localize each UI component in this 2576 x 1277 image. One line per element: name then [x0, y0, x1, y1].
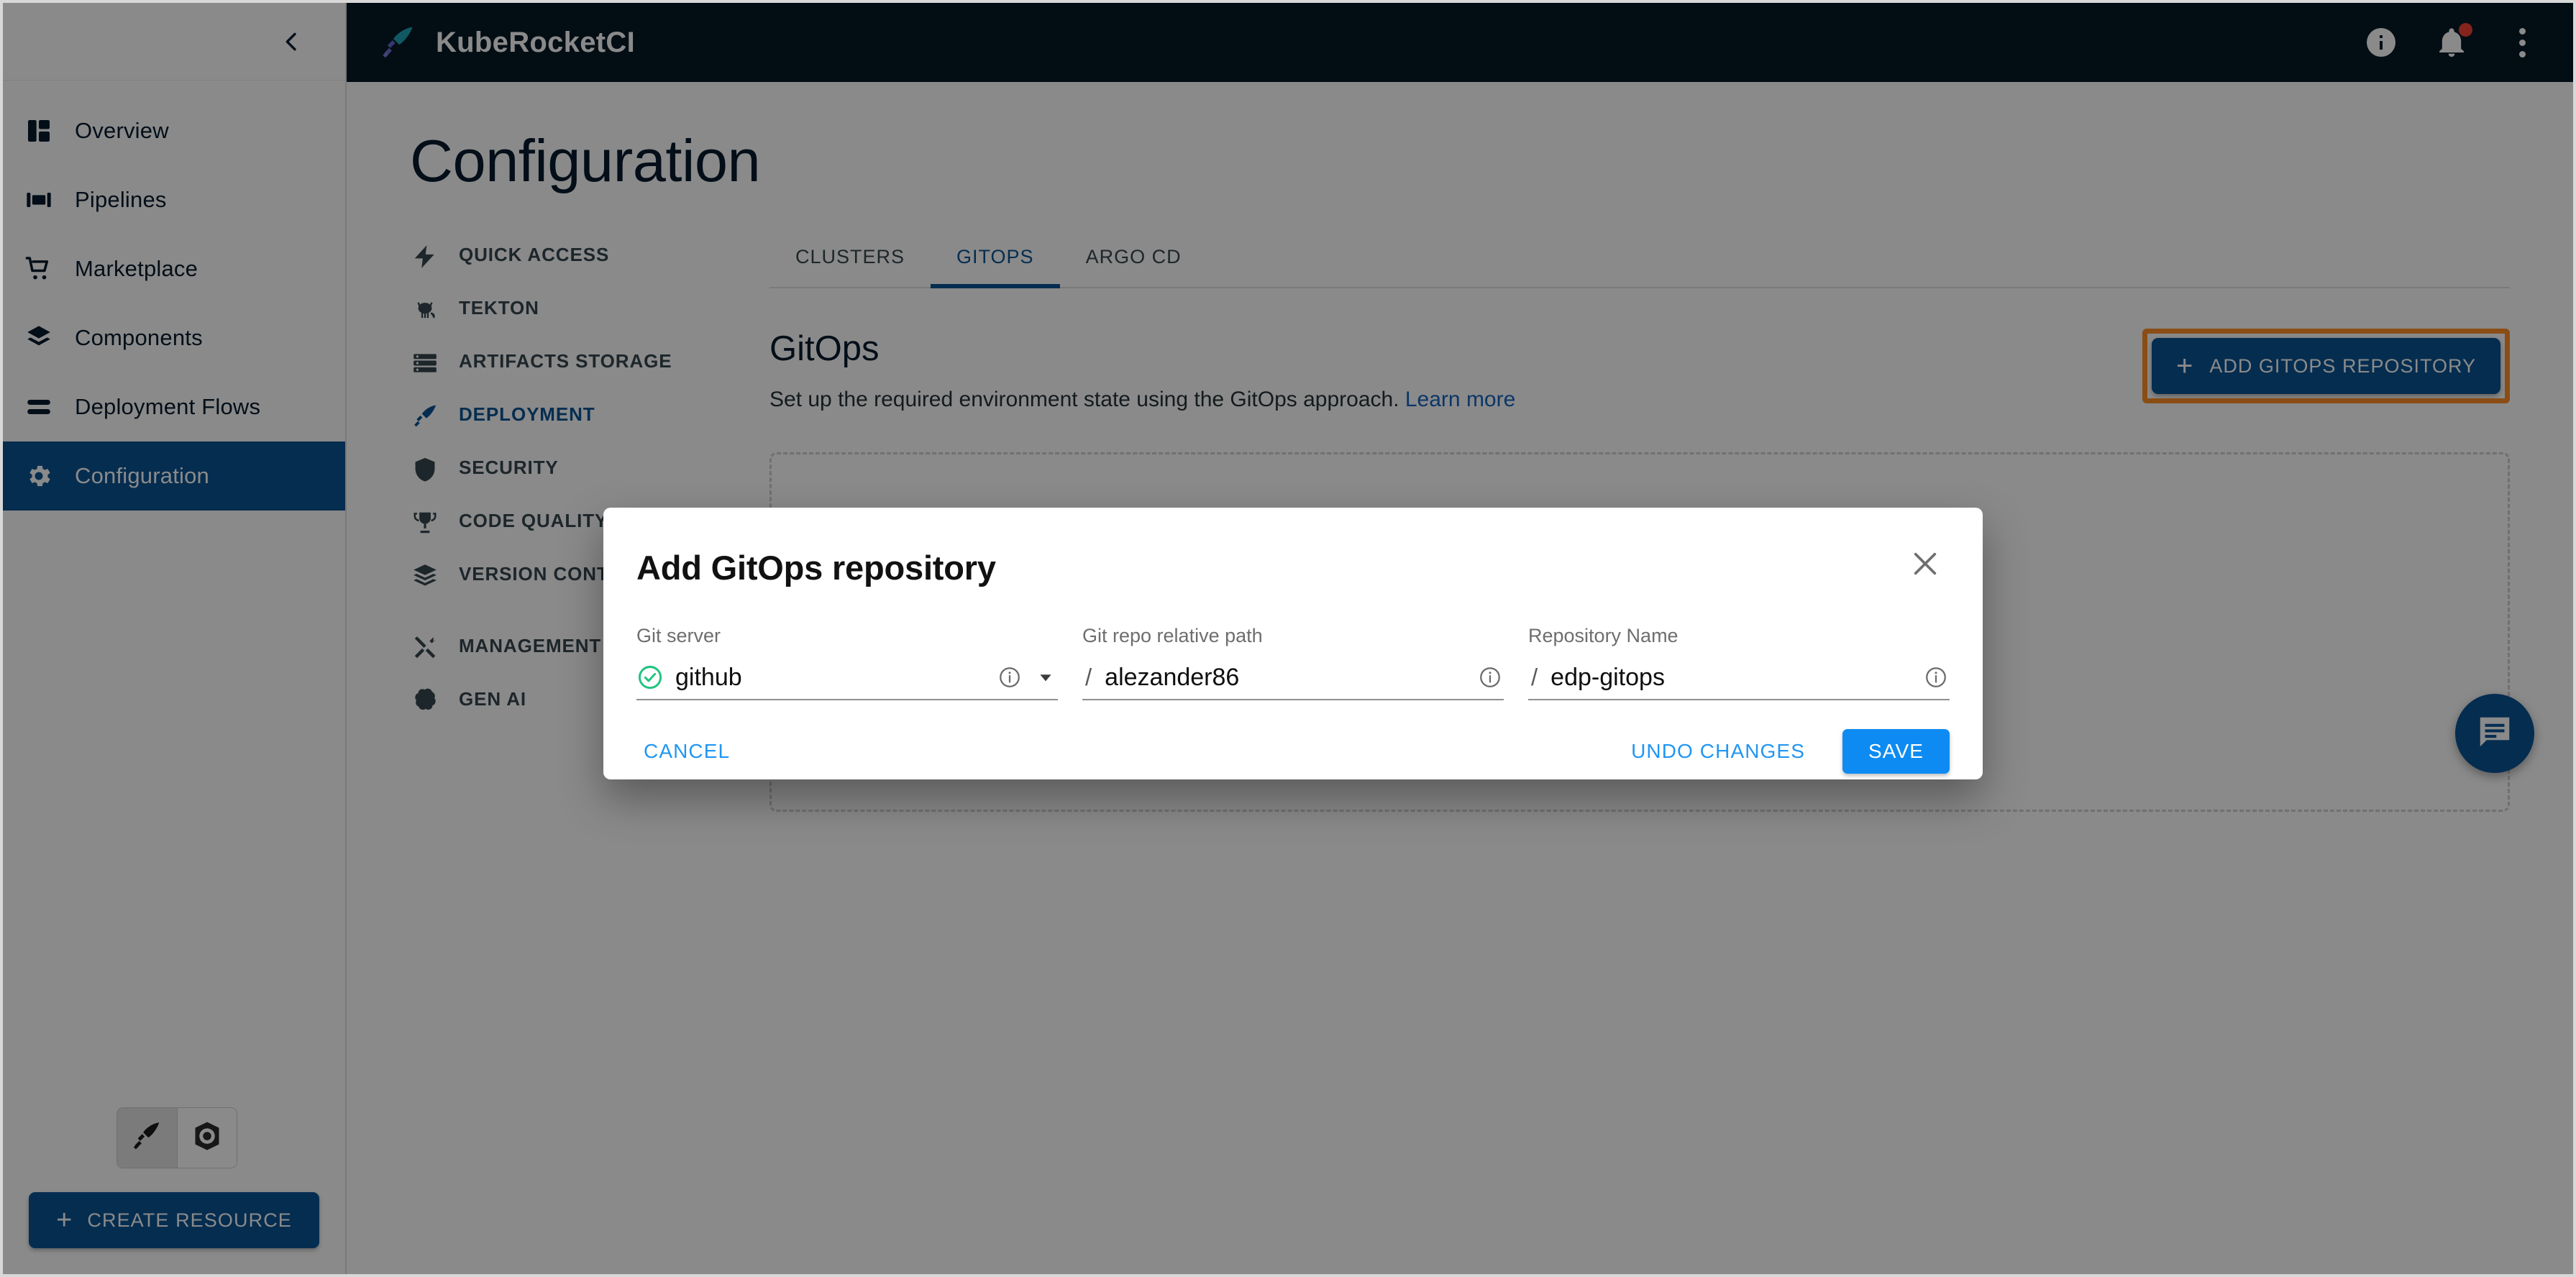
git-repo-relative-path-value: alezander86 [1105, 664, 1466, 692]
repository-name-label: Repository Name [1528, 625, 1950, 647]
info-icon[interactable] [1922, 665, 1950, 690]
git-server-field: Git server github [636, 625, 1058, 700]
cancel-button[interactable]: CANCEL [636, 731, 737, 772]
git-server-value: github [675, 664, 986, 692]
git-repo-relative-path-field: Git repo relative path / alezander86 [1082, 625, 1504, 700]
git-server-input[interactable]: github [636, 656, 1058, 700]
dialog-actions: CANCEL UNDO CHANGES SAVE [636, 729, 1950, 774]
info-icon[interactable] [1476, 665, 1504, 690]
git-repo-relative-path-label: Git repo relative path [1082, 625, 1504, 647]
path-prefix-slash: / [1528, 664, 1540, 691]
dialog-title: Add GitOps repository [636, 548, 1905, 587]
chevron-down-icon[interactable] [1033, 668, 1058, 687]
repository-name-input[interactable]: / edp-gitops [1528, 656, 1950, 700]
info-icon[interactable] [996, 665, 1023, 690]
close-icon[interactable] [1905, 544, 1945, 584]
undo-changes-button[interactable]: UNDO CHANGES [1624, 731, 1812, 772]
dialog-header: Add GitOps repository [636, 548, 1950, 587]
check-circle-icon [636, 664, 665, 691]
git-repo-relative-path-input[interactable]: / alezander86 [1082, 656, 1504, 700]
repository-name-field: Repository Name / edp-gitops [1528, 625, 1950, 700]
app-root: Overview Pipelines Marketplace Component… [0, 0, 2576, 1277]
save-button[interactable]: SAVE [1842, 729, 1950, 774]
path-prefix-slash: / [1082, 664, 1095, 691]
repository-name-value: edp-gitops [1550, 664, 1912, 692]
dialog-fields: Git server github Git repo relative path [636, 625, 1950, 700]
add-gitops-repository-dialog: Add GitOps repository Git server github [603, 508, 1983, 779]
git-server-label: Git server [636, 625, 1058, 647]
